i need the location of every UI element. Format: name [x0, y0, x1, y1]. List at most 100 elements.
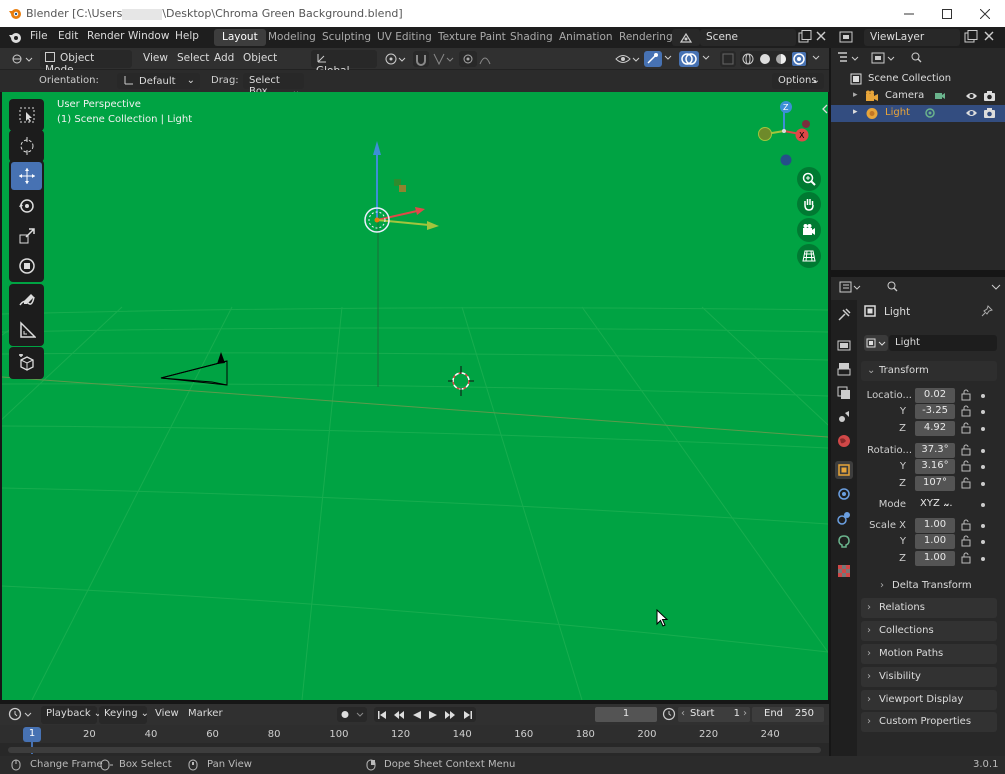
maximize-button[interactable] [928, 0, 966, 27]
play-reverse-icon[interactable] [412, 710, 422, 720]
keyframe-dot-icon[interactable] [981, 465, 985, 469]
timeline-view-menu[interactable]: View [150, 706, 184, 724]
light-object-gizmo[interactable] [357, 137, 452, 237]
render-camera-icon[interactable] [983, 107, 996, 119]
remove-scene-icon[interactable] [816, 31, 826, 41]
blender-menu-icon[interactable] [8, 30, 22, 44]
xray-toggle-icon[interactable] [720, 51, 736, 67]
sidebar-toggle-arrow-icon[interactable] [822, 104, 828, 114]
keyframe-dot-icon[interactable] [981, 427, 985, 431]
scale-tool[interactable] [11, 222, 42, 250]
expand-arrow-icon[interactable]: ▸ [853, 107, 858, 117]
motion-paths-panel-header[interactable]: › Motion Paths [861, 644, 997, 664]
rotate-tool[interactable] [11, 192, 42, 220]
keyframe-dot-icon[interactable] [981, 410, 985, 414]
lock-icon[interactable] [960, 552, 972, 564]
timeline-editor-type-icon[interactable] [8, 707, 34, 721]
solid-shading-icon[interactable] [759, 53, 771, 65]
jump-to-end-icon[interactable] [463, 710, 473, 720]
scene-selector-button[interactable] [672, 29, 700, 46]
object-browse-dropdown[interactable] [864, 335, 888, 351]
menu-help[interactable]: Help [175, 30, 199, 42]
remove-viewlayer-icon[interactable] [984, 31, 994, 41]
timeline-playhead[interactable]: 1 [23, 727, 41, 742]
transform-panel-header[interactable]: ⌄ Transform [861, 361, 997, 381]
visibility-selectability-icon[interactable] [614, 51, 640, 67]
world-tab-icon[interactable] [835, 432, 853, 450]
menu-window[interactable]: Window [128, 30, 169, 42]
outliner-editor-type-icon[interactable] [837, 51, 861, 65]
transform-orientation-dropdown[interactable]: Global⌄ [311, 50, 377, 77]
viewport-menu-object[interactable]: Object [238, 50, 282, 68]
custom-properties-panel-header[interactable]: › Custom Properties [861, 712, 997, 732]
properties-editor-type-icon[interactable] [839, 280, 863, 294]
toggle-ortho-grid-icon[interactable] [797, 244, 821, 268]
rotation-z-field[interactable]: 107° [915, 476, 955, 491]
location-y-field[interactable]: -3.25 [915, 404, 955, 419]
jump-to-keyframe-forward-icon[interactable] [444, 710, 456, 720]
transform-pivot-icon[interactable] [384, 52, 408, 66]
outliner-display-mode-icon[interactable] [871, 51, 897, 65]
rotation-y-field[interactable]: 3.16° [915, 459, 955, 474]
lock-icon[interactable] [960, 535, 972, 547]
start-frame-field[interactable]: ‹ Start 1 › [678, 707, 750, 722]
camera-data-icon[interactable] [934, 90, 946, 102]
cursor-tool[interactable] [11, 132, 42, 160]
end-frame-field[interactable]: End 250 [752, 707, 824, 722]
viewlayer-icon[interactable] [839, 30, 855, 44]
playback-menu[interactable]: Playback ⌄ [41, 706, 102, 724]
annotate-tool[interactable] [11, 286, 42, 314]
material-preview-shading-icon[interactable] [775, 53, 787, 65]
lock-icon[interactable] [960, 519, 972, 531]
keyframe-dot-icon[interactable] [981, 449, 985, 453]
drag-dropdown[interactable]: Select Box⌄ [243, 73, 304, 97]
pan-view-hand-icon[interactable] [797, 192, 821, 216]
transform-tool[interactable] [11, 252, 42, 280]
shading-dropdown-chevron-icon[interactable] [812, 53, 820, 63]
current-frame-field[interactable]: 1 [595, 707, 657, 722]
collections-panel-header[interactable]: › Collections [861, 621, 997, 641]
scale-x-field[interactable]: 1.00 [915, 518, 955, 533]
snap-toggle-icon[interactable] [413, 51, 429, 67]
lock-icon[interactable] [960, 444, 972, 456]
delta-transform-subpanel[interactable]: › Delta Transform [872, 578, 997, 594]
lock-icon[interactable] [960, 405, 972, 417]
tool-tab-icon[interactable] [835, 306, 853, 324]
use-preview-range-icon[interactable] [662, 707, 676, 721]
properties-search-input[interactable] [881, 279, 977, 296]
workspace-tab-rendering[interactable]: Rendering [611, 29, 681, 46]
viewport-menu-view[interactable]: View [138, 50, 173, 68]
keyframe-dot-icon[interactable] [981, 524, 985, 528]
measure-tool[interactable] [11, 316, 42, 344]
workspace-tab-layout[interactable]: Layout [214, 29, 266, 46]
viewport-menu-add[interactable]: Add [209, 50, 239, 68]
orientation-dropdown[interactable]: Default ⌄ [117, 73, 200, 89]
lock-icon[interactable] [960, 460, 972, 472]
overlays-toggle-icon[interactable] [679, 51, 699, 67]
light-data-tab-icon[interactable] [835, 533, 853, 551]
outliner-search-input[interactable] [905, 50, 1001, 67]
gizmo-toggle-icon[interactable] [644, 51, 662, 67]
timeline-scrollbar[interactable] [8, 747, 821, 753]
rotation-x-field[interactable]: 37.3° [915, 443, 955, 458]
object-name-field[interactable]: Light [889, 335, 997, 351]
properties-options-chevron-icon[interactable] [991, 282, 1001, 292]
keyframe-dot-icon[interactable] [981, 557, 985, 561]
keyframe-dot-icon[interactable] [981, 482, 985, 486]
output-tab-icon[interactable] [835, 360, 853, 378]
scene-name-field[interactable]: Scene [700, 29, 796, 46]
move-tool[interactable] [11, 162, 42, 190]
play-icon[interactable] [428, 710, 438, 720]
lock-icon[interactable] [960, 477, 972, 489]
location-z-field[interactable]: 4.92 [915, 421, 955, 436]
camera-object-icon[interactable] [157, 347, 237, 392]
physics-tab-icon[interactable] [835, 509, 853, 527]
menu-edit[interactable]: Edit [58, 30, 78, 42]
viewlayer-name-field[interactable]: ViewLayer [864, 29, 960, 46]
3d-viewport[interactable]: User Perspective (1) Scene Collection | … [2, 92, 828, 700]
menu-file[interactable]: File [30, 30, 48, 42]
timeline-area[interactable]: 20 40 60 80 100 120 140 160 180 200 220 240 1 [0, 725, 829, 756]
pin-icon[interactable] [981, 305, 993, 317]
render-tab-icon[interactable] [835, 336, 853, 354]
wireframe-shading-icon[interactable] [742, 53, 754, 65]
